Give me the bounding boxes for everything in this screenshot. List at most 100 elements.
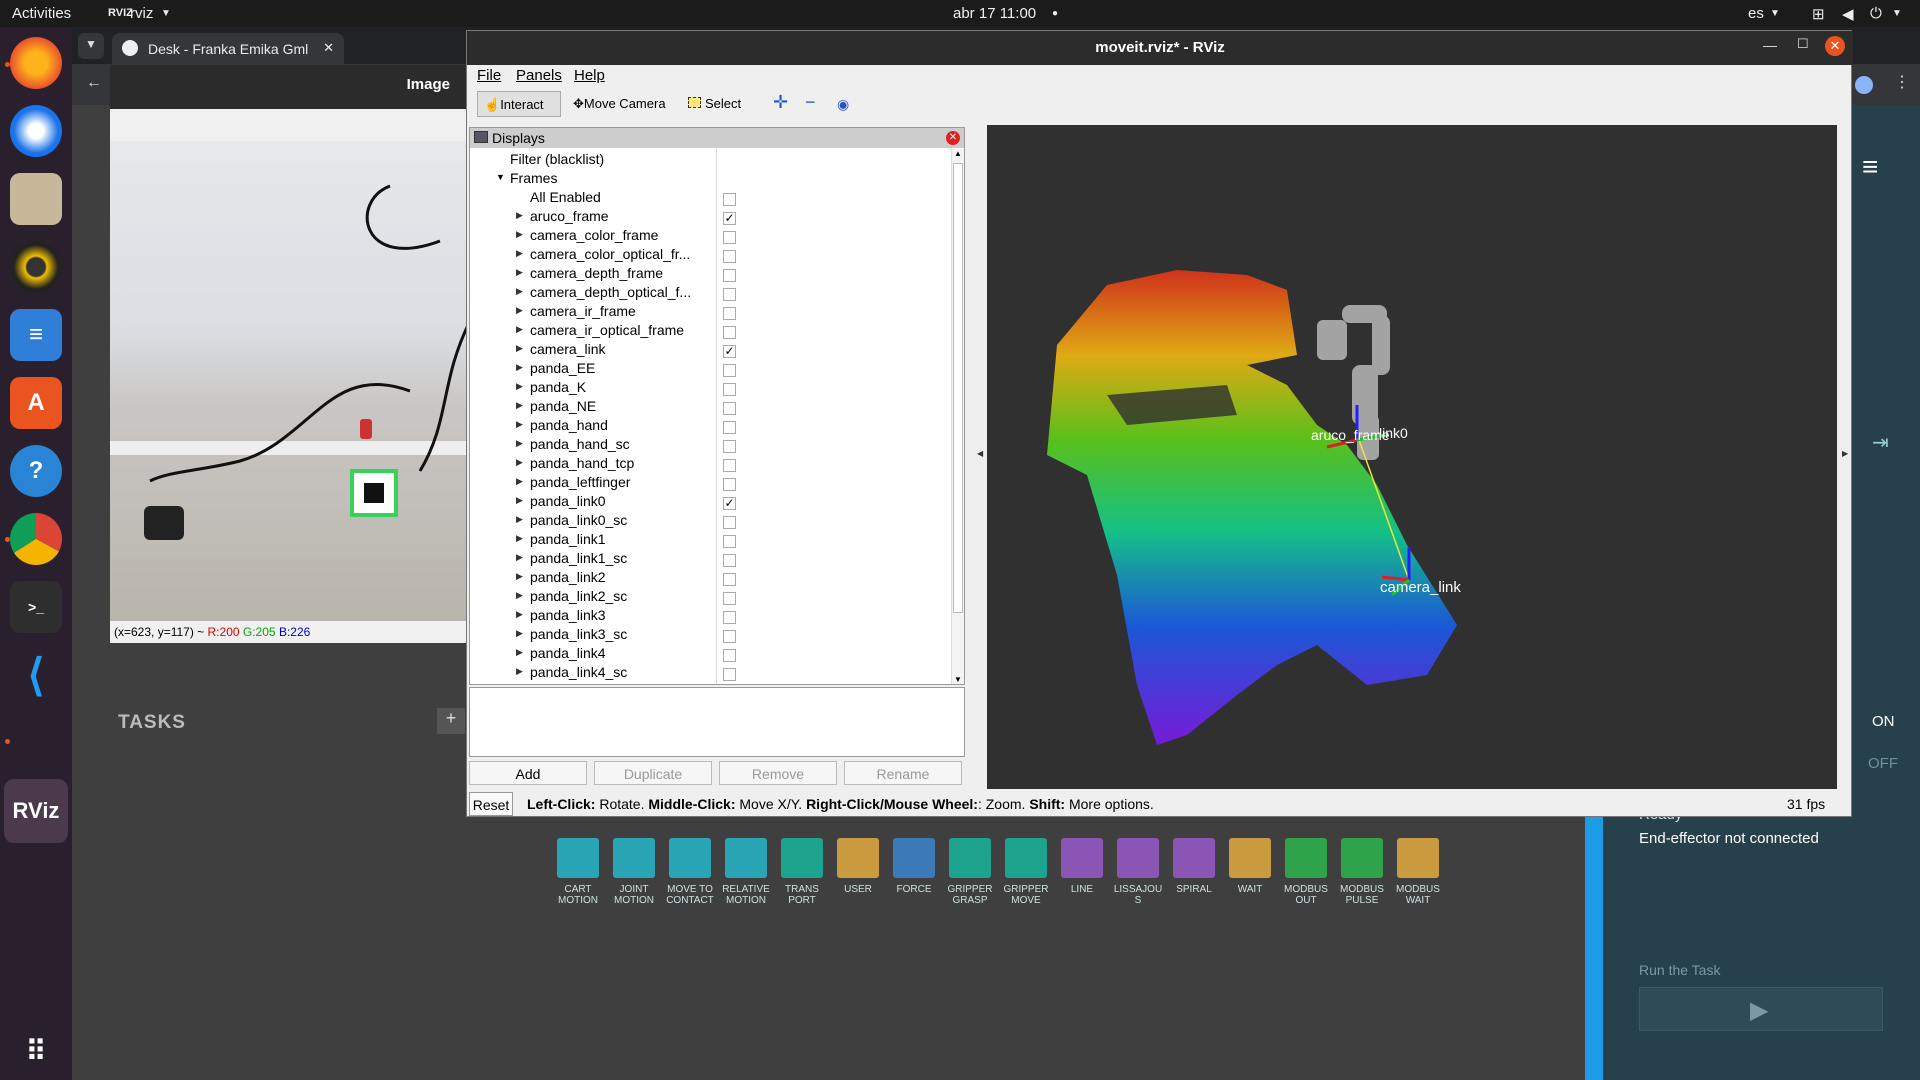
frame-checkbox[interactable] bbox=[723, 307, 736, 320]
frame-row[interactable]: ▶ panda_link0_sc bbox=[470, 512, 950, 531]
expand-arrow-icon[interactable]: ▶ bbox=[516, 419, 523, 430]
firefox-icon[interactable] bbox=[10, 37, 62, 89]
frame-row[interactable]: ▶ panda_link2 bbox=[470, 569, 950, 588]
minimize-icon[interactable]: — bbox=[1763, 37, 1777, 53]
expand-arrow-icon[interactable]: ▶ bbox=[516, 324, 523, 335]
3d-view[interactable]: aruco_frame link0 camera_link bbox=[987, 125, 1837, 789]
rhythmbox-icon[interactable] bbox=[10, 241, 62, 293]
move-camera-tool-button[interactable]: ✥Move Camera bbox=[567, 91, 672, 117]
expand-arrow-icon[interactable]: ▼ bbox=[496, 172, 505, 182]
frame-row[interactable]: ▶ camera_ir_frame bbox=[470, 303, 950, 322]
chevron-down-icon[interactable]: ▼ bbox=[78, 33, 104, 59]
app-tool[interactable]: WAIT bbox=[1224, 838, 1276, 895]
expand-arrow-icon[interactable]: ▶ bbox=[516, 286, 523, 297]
app-tool[interactable]: MOVE TO CONTACT bbox=[664, 838, 716, 906]
close-icon[interactable]: ✕ bbox=[323, 40, 334, 56]
expand-arrow-icon[interactable]: ▶ bbox=[516, 305, 523, 316]
frame-row[interactable]: ▶ panda_hand_tcp bbox=[470, 455, 950, 474]
menu-file[interactable]: File bbox=[477, 67, 501, 84]
scrollbar-thumb[interactable] bbox=[953, 163, 963, 613]
frame-checkbox[interactable] bbox=[723, 459, 736, 472]
hamburger-menu-icon[interactable]: ≡ bbox=[1862, 153, 1878, 181]
frame-checkbox[interactable] bbox=[723, 421, 736, 434]
frame-checkbox[interactable] bbox=[723, 288, 736, 301]
collapse-left-icon[interactable]: ◀ bbox=[977, 449, 983, 458]
frame-checkbox[interactable] bbox=[723, 478, 736, 491]
menu-help[interactable]: Help bbox=[574, 67, 605, 84]
duplicate-button[interactable]: Duplicate bbox=[594, 761, 712, 785]
frame-row[interactable]: ▶ camera_depth_optical_f... bbox=[470, 284, 950, 303]
frame-checkbox[interactable] bbox=[723, 364, 736, 377]
activities-button[interactable]: Activities bbox=[12, 5, 71, 22]
add-task-button[interactable]: + bbox=[437, 708, 465, 734]
app-tool[interactable]: CART MOTION bbox=[552, 838, 604, 906]
expand-arrow-icon[interactable]: ▶ bbox=[516, 267, 523, 278]
frame-row[interactable]: ▶ panda_link0 ✓ bbox=[470, 493, 950, 512]
app-menu[interactable]: rviz bbox=[130, 5, 153, 22]
expand-arrow-icon[interactable]: ▶ bbox=[516, 628, 523, 639]
frame-row[interactable]: ▶ camera_depth_frame bbox=[470, 265, 950, 284]
close-icon[interactable]: ✕ bbox=[1825, 36, 1845, 56]
camera-image[interactable] bbox=[110, 141, 470, 621]
files-icon[interactable] bbox=[10, 173, 62, 225]
frame-row[interactable]: ▶ panda_link3 bbox=[470, 607, 950, 626]
frame-checkbox[interactable]: ✓ bbox=[723, 212, 736, 225]
frame-row[interactable]: ▶ panda_K bbox=[470, 379, 950, 398]
frame-checkbox[interactable] bbox=[723, 383, 736, 396]
frame-row[interactable]: ▶ camera_color_frame bbox=[470, 227, 950, 246]
locale-indicator[interactable]: es bbox=[1748, 5, 1764, 22]
app-tool[interactable]: LISSAJOU S bbox=[1112, 838, 1164, 906]
frame-row[interactable]: ▶ panda_NE bbox=[470, 398, 950, 417]
expand-arrow-icon[interactable]: ▶ bbox=[516, 514, 523, 525]
expand-arrow-icon[interactable]: ▶ bbox=[516, 400, 523, 411]
frame-row[interactable]: ▶ panda_link4_sc bbox=[470, 664, 950, 683]
maximize-icon[interactable]: ☐ bbox=[1797, 36, 1809, 52]
volume-icon[interactable]: ◀ bbox=[1842, 5, 1854, 23]
frame-row[interactable]: ▶ panda_link3_sc bbox=[470, 626, 950, 645]
add-button[interactable]: Add bbox=[469, 761, 587, 785]
expand-arrow-icon[interactable]: ▶ bbox=[516, 609, 523, 620]
clock[interactable]: abr 17 11:00 bbox=[953, 5, 1036, 22]
frame-checkbox[interactable] bbox=[723, 269, 736, 282]
frame-checkbox[interactable] bbox=[723, 402, 736, 415]
app-tool[interactable]: USER bbox=[832, 838, 884, 895]
scroll-down-icon[interactable]: ▼ bbox=[954, 675, 962, 684]
expand-arrow-icon[interactable]: ▶ bbox=[516, 571, 523, 582]
frame-row[interactable]: ▶ panda_link1_sc bbox=[470, 550, 950, 569]
scroll-up-icon[interactable]: ▲ bbox=[954, 149, 962, 158]
tree-row[interactable]: All Enabled bbox=[470, 189, 950, 208]
interact-tool-button[interactable]: ☝Interact bbox=[477, 91, 561, 117]
remove-button[interactable]: Remove bbox=[719, 761, 837, 785]
expand-arrow-icon[interactable]: ▶ bbox=[516, 381, 523, 392]
expand-arrow-icon[interactable]: ▶ bbox=[516, 362, 523, 373]
expand-arrow-icon[interactable]: ▶ bbox=[516, 438, 523, 449]
frame-checkbox[interactable]: ✓ bbox=[723, 497, 736, 510]
frame-checkbox[interactable] bbox=[723, 668, 736, 681]
expand-arrow-icon[interactable]: ▶ bbox=[516, 248, 523, 259]
chrome-icon[interactable] bbox=[10, 513, 62, 565]
expand-arrow-icon[interactable]: ▶ bbox=[516, 552, 523, 563]
tool-properties-icon[interactable]: ◉ bbox=[831, 91, 855, 117]
frame-checkbox[interactable] bbox=[723, 535, 736, 548]
app-tool[interactable]: RELATIVE MOTION bbox=[720, 838, 772, 906]
expand-arrow-icon[interactable]: ▶ bbox=[516, 647, 523, 658]
app-tool[interactable]: TRANS PORT bbox=[776, 838, 828, 906]
back-icon[interactable]: ← bbox=[86, 74, 102, 92]
vscode-icon[interactable]: ⟨ bbox=[10, 649, 62, 701]
power-icon[interactable]: ⏻ bbox=[1870, 5, 1882, 22]
frame-row[interactable]: ▶ panda_EE bbox=[470, 360, 950, 379]
app-tool[interactable]: SPIRAL bbox=[1168, 838, 1220, 895]
rename-button[interactable]: Rename bbox=[844, 761, 962, 785]
frame-checkbox[interactable] bbox=[723, 573, 736, 586]
app-tool[interactable]: GRIPPER GRASP bbox=[944, 838, 996, 906]
all-enabled-checkbox[interactable] bbox=[723, 193, 736, 206]
frame-row[interactable]: ▶ panda_hand bbox=[470, 417, 950, 436]
frame-row[interactable]: ▶ panda_link1 bbox=[470, 531, 950, 550]
frame-checkbox[interactable] bbox=[723, 231, 736, 244]
frame-row[interactable]: ▶ camera_link ✓ bbox=[470, 341, 950, 360]
logout-icon[interactable]: ⇥ bbox=[1872, 430, 1889, 455]
run-task-button[interactable]: ▶ bbox=[1639, 987, 1883, 1031]
expand-arrow-icon[interactable]: ▶ bbox=[516, 229, 523, 240]
expand-arrow-icon[interactable]: ▶ bbox=[516, 457, 523, 468]
app-grid-icon[interactable]: ⠿ bbox=[10, 1025, 62, 1077]
